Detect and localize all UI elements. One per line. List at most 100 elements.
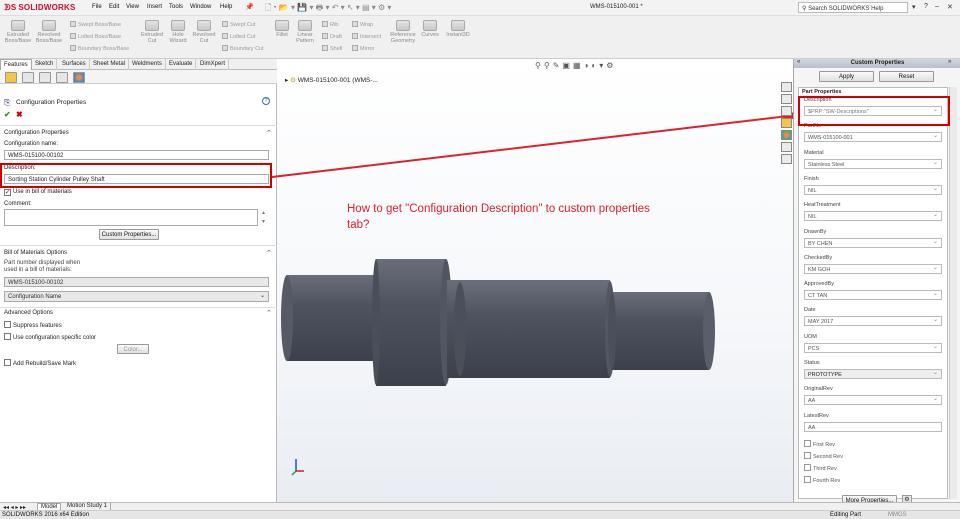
custom-properties-icon[interactable] [781,142,792,152]
linear-pattern-button[interactable]: Linear Pattern [292,20,318,44]
reference-geometry-button[interactable]: Reference Geometry [386,20,420,44]
menu-view[interactable]: View [126,4,139,10]
property-value-field[interactable]: MAY 2017 [804,316,942,327]
manager-tabs [0,70,277,84]
design-library-icon[interactable] [781,106,792,116]
third-rev-checkbox[interactable]: Third Rev [804,464,837,472]
suppress-features-checkbox[interactable]: Suppress features [4,321,62,329]
shell-button[interactable]: Shell [322,45,342,52]
help-icon[interactable]: ? [924,3,928,10]
dimxpert-manager-icon[interactable] [56,72,68,83]
minimize-icon[interactable]: – [935,3,939,10]
config-name-field[interactable]: WMS-015100-00102 [4,150,269,160]
property-value-field[interactable]: AA [804,421,942,432]
feature-manager-icon[interactable] [5,72,17,83]
graphics-viewport[interactable]: ⚲⚲✎▣▦◑◐▾⚙ ▸ ⚙ WMS-015100-001 (WMS-... Ho… [277,59,793,502]
property-value-field[interactable]: CT TAN [804,290,942,301]
fourth-rev-checkbox[interactable]: Fourth Rev [804,476,840,484]
configuration-manager-icon[interactable] [39,72,51,83]
first-rev-checkbox[interactable]: First Rev [804,440,835,448]
property-manager-icon[interactable] [22,72,34,83]
reset-button[interactable]: Reset [879,71,934,82]
part-number-field[interactable]: WMS-015100-00102 [4,277,269,287]
search-dropdown-icon[interactable]: ▾ [912,3,916,11]
swept-cut-button[interactable]: Swept Cut [222,21,255,28]
menu-help[interactable]: Help [220,4,232,10]
extruded-boss-button[interactable]: Extruded Boss/Base [4,20,32,44]
color-button[interactable]: Color... [117,344,149,354]
display-manager-icon[interactable] [73,72,85,83]
rib-button[interactable]: Rib [322,21,338,28]
tab-surfaces[interactable]: Surfaces [59,59,90,70]
menu-window[interactable]: Window [190,4,211,10]
boundary-boss-button[interactable]: Boundary Boss/Base [70,45,129,52]
bom-display-select[interactable]: Configuration Name ⌄ [4,291,269,302]
lofted-boss-button[interactable]: Lofted Boss/Base [70,33,121,40]
instant3d-button[interactable]: Instant3D [442,20,474,38]
property-value-field[interactable]: NIL [804,211,942,222]
property-value-field[interactable]: Stainless Steel [804,158,942,169]
scroll-down-icon[interactable]: ▼ [261,219,266,225]
menu-edit[interactable]: Edit [109,4,119,10]
curves-button[interactable]: Curves [419,20,441,38]
collapse-icon[interactable]: ⌃ [266,129,272,137]
menu-insert[interactable]: Insert [147,4,162,10]
fillet-button[interactable]: Fillet [271,20,293,38]
resources-icon[interactable] [781,94,792,104]
property-value-field[interactable]: WMS-015100-001 [804,132,942,143]
property-value-field[interactable]: BY CHEN [804,237,942,248]
apply-button[interactable]: Apply [819,71,874,82]
tab-weldments[interactable]: Weldments [129,59,166,70]
tab-dimxpert[interactable]: DimXpert [197,59,230,70]
scroll-up-icon[interactable]: ▲ [261,210,266,216]
property-value-field[interactable]: KM GOH [804,263,942,274]
rebuild-save-mark-checkbox[interactable]: Add Rebuild/Save Mark [4,359,76,367]
swept-boss-button[interactable]: Swept Boss/Base [70,21,121,28]
search-input[interactable]: ⚲ Search SOLIDWORKS Help [798,2,908,13]
units-text[interactable]: MMGS [888,512,907,518]
close-icon[interactable]: ✕ [947,3,953,11]
quick-access-toolbar[interactable]: 🗋 ▾ 📂 ▾ 💾 ▾ 🖶 ▾ ↶ ▾ ↖ ▾ ▤ ▾ ⚙ ▾ [265,2,391,16]
custom-properties-button[interactable]: Custom Properties... [99,229,159,240]
property-value-field[interactable]: PROTOTYPE [804,369,942,379]
collapse-left-icon[interactable]: « [797,59,800,65]
tab-features[interactable]: Features [0,59,32,70]
collapse-icon[interactable]: ⌃ [266,249,272,257]
ok-icon[interactable]: ✔ [4,110,11,119]
draft-button[interactable]: Draft [322,33,342,40]
solidworks-logo[interactable]: ᗫS SOLIDWORKS [4,3,76,13]
collapse-icon[interactable]: ⌃ [266,309,272,317]
menu-tools[interactable]: Tools [169,4,183,10]
view-palette-icon[interactable] [781,154,792,164]
mirror-button[interactable]: Mirror [352,45,374,52]
intersect-button[interactable]: Intersect [352,33,381,40]
boundary-cut-button[interactable]: Boundary Cut [222,45,264,52]
tab-sketch[interactable]: Sketch [32,59,58,70]
config-color-checkbox[interactable]: Use configuration specific color [4,333,96,341]
property-value-field[interactable]: NIL [804,184,942,195]
wrap-button[interactable]: Wrap [352,21,373,28]
scrollbar[interactable] [949,87,957,499]
home-icon[interactable] [781,82,792,92]
property-value-field[interactable]: PCS [804,342,942,353]
hole-wizard-button[interactable]: Hole Wizard [164,20,192,44]
tab-evaluate[interactable]: Evaluate [166,59,197,70]
revolved-cut-button[interactable]: Revolved Cut [190,20,218,44]
cancel-icon[interactable]: ✖ [16,110,23,119]
menu-file[interactable]: File [92,4,102,10]
collapse-right-icon[interactable]: » [948,59,951,65]
extruded-cut-button[interactable]: Extruded Cut [138,20,166,44]
comment-field[interactable] [4,209,258,226]
pin-icon[interactable]: 📌 [245,3,254,11]
tab-sheet-metal[interactable]: Sheet Metal [90,59,130,70]
use-bom-checkbox[interactable]: Use in bill of materials [4,189,72,196]
property-value-field[interactable]: AA [804,395,942,406]
revolved-boss-button[interactable]: Revolved Boss/Base [35,20,63,44]
appearances-icon[interactable] [781,130,792,140]
file-explorer-icon[interactable] [781,118,792,128]
property-label: CheckedBy [804,254,833,261]
help-icon[interactable]: ? [262,97,270,105]
lofted-cut-button[interactable]: Lofted Cut [222,33,255,40]
second-rev-checkbox[interactable]: Second Rev [804,452,843,460]
shaft-model[interactable] [281,259,715,386]
